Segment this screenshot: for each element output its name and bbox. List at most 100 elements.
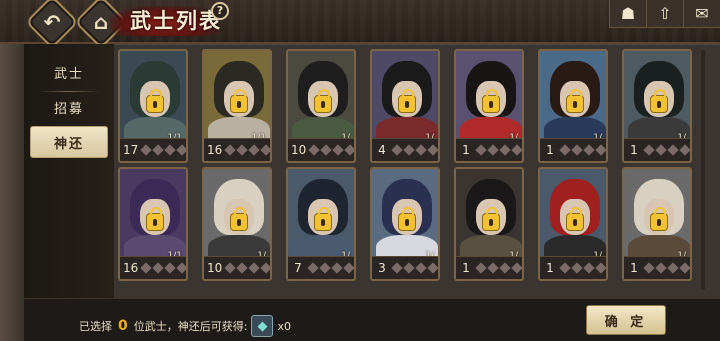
samurai-grid: 1/1 17 1/1 16 <box>114 44 720 298</box>
card-level: 16 <box>123 261 139 275</box>
samurai-portrait: 1/ <box>624 169 690 265</box>
samurai-card[interactable]: 1/1 16 <box>202 49 272 163</box>
pip-icon <box>679 144 690 156</box>
samurai-card[interactable]: 1/ 7 <box>286 167 356 281</box>
pip-icon <box>511 262 522 274</box>
samurai-card[interactable]: 1/ 1 <box>538 167 608 281</box>
pip-icon <box>224 144 236 156</box>
lock-icon <box>650 207 668 231</box>
lock-icon <box>398 207 416 231</box>
star-pips <box>140 262 186 274</box>
pip-icon <box>643 144 655 156</box>
pip-icon <box>140 144 152 156</box>
card-level: 1 <box>462 261 470 275</box>
star-pips <box>475 262 522 274</box>
sidebar: 武士 招募 神还 <box>24 44 114 341</box>
back-button[interactable]: ↶ <box>25 0 79 49</box>
pip-icon <box>499 262 511 274</box>
samurai-card[interactable]: 1/ 10 <box>286 49 356 163</box>
pip-icon <box>140 262 152 274</box>
card-footer: 3 <box>372 256 438 279</box>
sidebar-item-samurai[interactable]: 武士 <box>30 56 108 92</box>
samurai-card[interactable]: 1/ 10 <box>202 167 272 281</box>
card-footer: 1 <box>624 256 690 279</box>
help-icon[interactable]: ? <box>211 2 229 20</box>
card-level: 1 <box>546 261 554 275</box>
samurai-portrait: 1/ <box>372 51 438 147</box>
upgrade-button[interactable]: ⇧ <box>646 0 683 28</box>
pip-icon <box>331 262 343 274</box>
samurai-card[interactable]: 1/ 1 <box>454 49 524 163</box>
lock-icon <box>482 89 500 113</box>
pip-icon <box>164 262 176 274</box>
pip-icon <box>475 262 487 274</box>
pip-icon <box>260 144 270 156</box>
pip-icon <box>571 262 583 274</box>
pip-icon <box>667 262 679 274</box>
card-footer: 1 <box>456 138 522 161</box>
samurai-portrait: 1/ <box>540 169 606 265</box>
pip-icon <box>475 144 487 156</box>
star-pips <box>559 144 606 156</box>
pip-icon <box>583 144 595 156</box>
background-edge <box>0 44 24 341</box>
mail-button[interactable]: ✉ <box>683 0 720 28</box>
confirm-button[interactable]: 确 定 <box>586 305 666 335</box>
pip-icon <box>236 262 248 274</box>
pip-icon <box>164 144 176 156</box>
samurai-card[interactable]: 1/ 1 <box>538 49 608 163</box>
sidebar-item-label: 武士 <box>53 66 84 82</box>
samurai-portrait: 1/ <box>288 51 354 147</box>
star-pips <box>559 262 606 274</box>
samurai-card[interactable]: 1/ 1 <box>622 49 692 163</box>
card-footer: 1 <box>456 256 522 279</box>
card-level: 4 <box>378 143 386 157</box>
pip-icon <box>487 144 499 156</box>
character-button[interactable]: ☗ <box>609 0 646 28</box>
samurai-card[interactable]: 1/ 1 <box>454 167 524 281</box>
pip-icon <box>236 144 248 156</box>
samurai-portrait: 1/ <box>204 169 270 265</box>
pip-icon <box>655 144 667 156</box>
samurai-card[interactable]: 1/ 4 <box>370 49 440 163</box>
sidebar-item-return[interactable]: 神还 <box>30 126 108 158</box>
pip-icon <box>152 144 164 156</box>
reward-quantity: x0 <box>277 319 291 333</box>
star-pips <box>643 262 690 274</box>
star-pips <box>224 262 270 274</box>
scrollbar[interactable] <box>701 50 705 290</box>
star-pips <box>308 144 354 156</box>
star-pips <box>391 144 438 156</box>
card-level: 17 <box>123 143 139 157</box>
samurai-card[interactable]: 1/ 1 <box>622 167 692 281</box>
samurai-card[interactable]: 1/ 3 <box>370 167 440 281</box>
card-footer: 1 <box>624 138 690 161</box>
card-footer: 4 <box>372 138 438 161</box>
pip-icon <box>224 262 236 274</box>
card-level: 16 <box>207 143 223 157</box>
selected-count: 0 <box>118 318 128 334</box>
pip-icon <box>643 262 655 274</box>
pip-icon <box>403 262 415 274</box>
pip-icon <box>487 262 499 274</box>
card-level: 1 <box>546 143 554 157</box>
samurai-card[interactable]: 1/1 17 <box>118 49 188 163</box>
sidebar-item-label: 神还 <box>53 136 84 152</box>
selection-summary: 已选择 0 位武士，神还后可获得: ◆ x0 <box>79 315 291 337</box>
card-level: 1 <box>462 143 470 157</box>
samurai-card[interactable]: 1/1 16 <box>118 167 188 281</box>
lock-icon <box>314 207 332 231</box>
sidebar-item-recruit[interactable]: 招募 <box>30 91 108 127</box>
pip-icon <box>248 144 260 156</box>
card-footer: 16 <box>120 256 186 279</box>
confirm-label: 确 定 <box>604 314 648 330</box>
pip-icon <box>595 144 606 156</box>
pip-icon <box>307 262 319 274</box>
card-footer: 17 <box>120 138 186 161</box>
card-footer: 7 <box>288 256 354 279</box>
lock-icon <box>566 207 584 231</box>
pip-icon <box>655 262 667 274</box>
pip-icon <box>260 262 270 274</box>
card-level: 1 <box>630 143 638 157</box>
pip-icon <box>332 144 344 156</box>
